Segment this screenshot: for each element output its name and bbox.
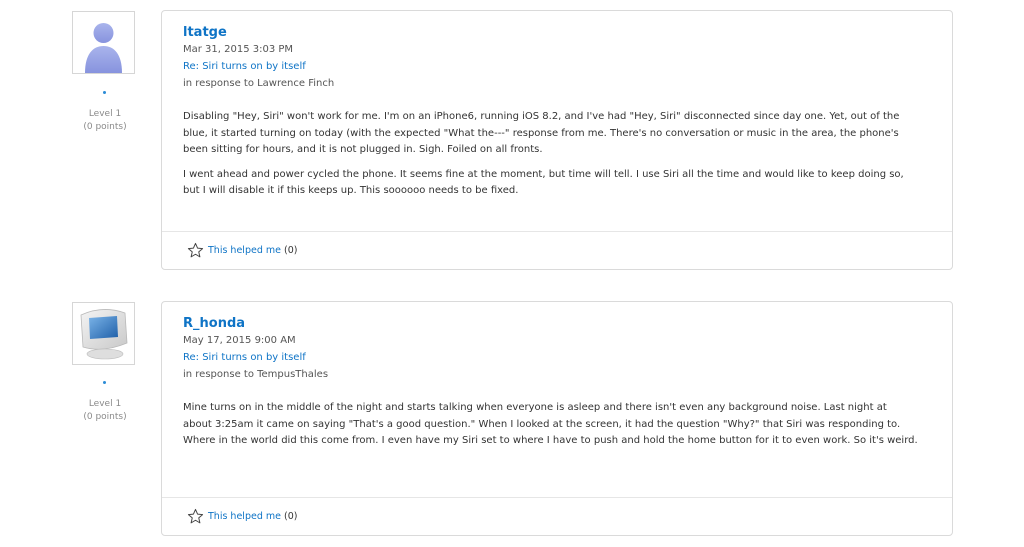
- status-dot: [103, 381, 106, 384]
- user-level: Level 1 (0 points): [72, 108, 138, 134]
- star-outline-icon: [187, 508, 204, 524]
- emac-avatar-icon[interactable]: [72, 302, 135, 365]
- post-paragraph: I went ahead and power cycled the phone.…: [183, 168, 904, 197]
- helped-me-label: This helped me: [208, 511, 281, 522]
- post-card: R_honda May 17, 2015 9:00 AM Re: Siri tu…: [161, 301, 953, 536]
- star-outline-icon: [187, 242, 204, 258]
- post-date: May 17, 2015 9:00 AM: [183, 335, 296, 346]
- subject-link[interactable]: Re: Siri turns on by itself: [183, 352, 306, 363]
- in-response-to: in response to TempusThales: [183, 369, 329, 380]
- points-label: (0 points): [83, 412, 127, 422]
- reply-post: Level 1 (0 points) ltatge Mar 31, 2015 3…: [0, 0, 1024, 280]
- divider: [162, 497, 952, 498]
- level-label: Level 1: [88, 399, 122, 409]
- in-response-to: in response to Lawrence Finch: [183, 78, 335, 89]
- status-dot: [103, 91, 106, 94]
- post-body: Mine turns on in the middle of the night…: [183, 400, 918, 458]
- helped-me-label: This helped me: [208, 245, 281, 256]
- helped-count: (0): [284, 511, 298, 522]
- user-level: Level 1 (0 points): [72, 398, 138, 424]
- reply-post: Level 1 (0 points) R_honda May 17, 2015 …: [0, 291, 1024, 547]
- post-date: Mar 31, 2015 3:03 PM: [183, 44, 294, 55]
- post-body: Disabling "Hey, Siri" won't work for me.…: [183, 109, 918, 208]
- post-paragraph: Disabling "Hey, Siri" won't work for me.…: [183, 111, 900, 155]
- helped-me-button[interactable]: This helped me (0): [187, 242, 297, 259]
- points-label: (0 points): [83, 122, 127, 132]
- post-card: ltatge Mar 31, 2015 3:03 PM Re: Siri tur…: [161, 10, 953, 270]
- divider: [162, 231, 952, 232]
- default-user-avatar-icon[interactable]: [72, 11, 135, 74]
- helped-me-button[interactable]: This helped me (0): [187, 508, 297, 525]
- level-label: Level 1: [88, 109, 122, 119]
- username-link[interactable]: ltatge: [183, 25, 227, 40]
- subject-link[interactable]: Re: Siri turns on by itself: [183, 61, 306, 72]
- username-link[interactable]: R_honda: [183, 316, 245, 331]
- helped-count: (0): [284, 245, 298, 256]
- post-paragraph: Mine turns on in the middle of the night…: [183, 402, 918, 446]
